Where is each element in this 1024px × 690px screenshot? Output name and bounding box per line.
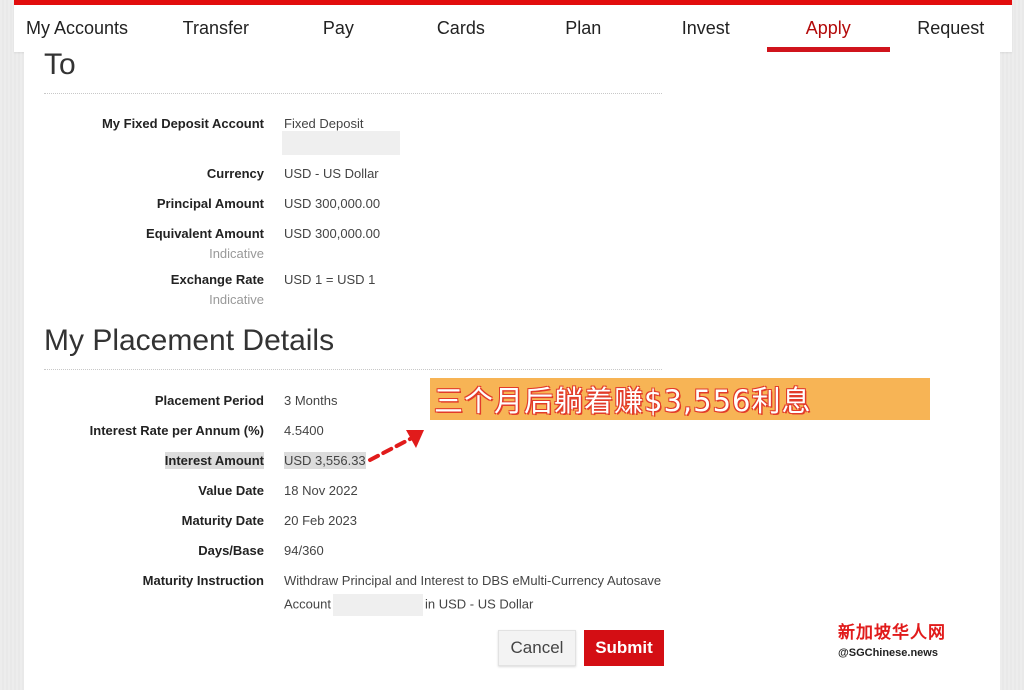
nav-request[interactable]: Request — [890, 5, 1012, 52]
nav-invest[interactable]: Invest — [645, 5, 767, 52]
redacted-account-number — [282, 131, 400, 155]
field-value: USD 300,000.00 — [284, 196, 381, 211]
field-value: 4.5400 — [284, 423, 324, 438]
nav-pay[interactable]: Pay — [277, 5, 399, 52]
field-value: Withdraw Principal and Interest to DBS e… — [284, 573, 661, 616]
instruction-currency: in USD - US Dollar — [424, 596, 534, 612]
field-value: USD 300,000.00 — [284, 226, 381, 241]
field-value: USD - US Dollar — [284, 166, 379, 181]
indicative-note: Indicative — [209, 246, 264, 261]
highlighted-value: USD 3,556.33 — [284, 452, 366, 469]
field-label: Maturity Date — [181, 513, 264, 528]
field-label: Equivalent Amount Indicative — [24, 226, 264, 261]
main-nav: My Accounts Transfer Pay Cards Plan Inve… — [14, 0, 1012, 52]
instruction-line-2: Account in USD - US Dollar — [284, 594, 661, 616]
form-panel: To My Fixed Deposit Account Fixed Deposi… — [24, 48, 1000, 690]
watermark: 新加坡华人网 @SGChinese.news — [838, 618, 946, 659]
section-divider — [44, 369, 662, 370]
field-label: Value Date — [198, 483, 264, 498]
instruction-line-1: Withdraw Principal and Interest to DBS e… — [284, 573, 662, 588]
field-label-text: Exchange Rate — [170, 272, 264, 287]
field-label: Interest Amount — [24, 452, 264, 469]
watermark-chinese: 新加坡华人网 — [838, 623, 946, 643]
field-value: 3 Months — [284, 393, 338, 408]
field-value: 18 Nov 2022 — [284, 483, 358, 498]
watermark-handle: @SGChinese.news — [838, 647, 938, 659]
redacted-account-number — [332, 594, 423, 616]
field-label: Exchange Rate Indicative — [24, 272, 264, 307]
field-label: Days/Base — [198, 543, 264, 558]
to-section-title: To — [44, 48, 76, 81]
indicative-note: Indicative — [209, 292, 264, 307]
nav-apply[interactable]: Apply — [767, 5, 891, 52]
field-label-text: Equivalent Amount — [146, 226, 264, 241]
field-value: USD 3,556.33 — [284, 452, 366, 469]
field-label: Principal Amount — [156, 196, 264, 211]
field-value: Fixed Deposit — [284, 116, 364, 131]
nav-plan[interactable]: Plan — [522, 5, 644, 52]
section-divider — [44, 93, 662, 94]
field-label: Maturity Instruction — [142, 573, 264, 588]
field-value: USD 1 = USD 1 — [284, 272, 376, 287]
field-label: Interest Rate per Annum (%) — [89, 423, 264, 438]
instruction-account-label: Account — [284, 596, 331, 612]
submit-button[interactable]: Submit — [584, 630, 664, 666]
cancel-button[interactable]: Cancel — [498, 630, 576, 666]
highlighted-label: Interest Amount — [164, 452, 264, 469]
nav-transfer[interactable]: Transfer — [155, 5, 277, 52]
annotation-arrow-icon — [368, 430, 424, 462]
nav-my-accounts[interactable]: My Accounts — [14, 5, 155, 52]
field-value: 20 Feb 2023 — [284, 513, 358, 528]
nav-cards[interactable]: Cards — [400, 5, 522, 52]
placement-section-title: My Placement Details — [44, 324, 335, 357]
field-label: My Fixed Deposit Account — [101, 116, 264, 131]
field-label: Placement Period — [154, 393, 264, 408]
field-value: 94/360 — [284, 543, 324, 558]
annotation-banner: 三个月后躺着赚$3,556利息 — [430, 378, 930, 420]
field-label: Currency — [206, 166, 264, 181]
